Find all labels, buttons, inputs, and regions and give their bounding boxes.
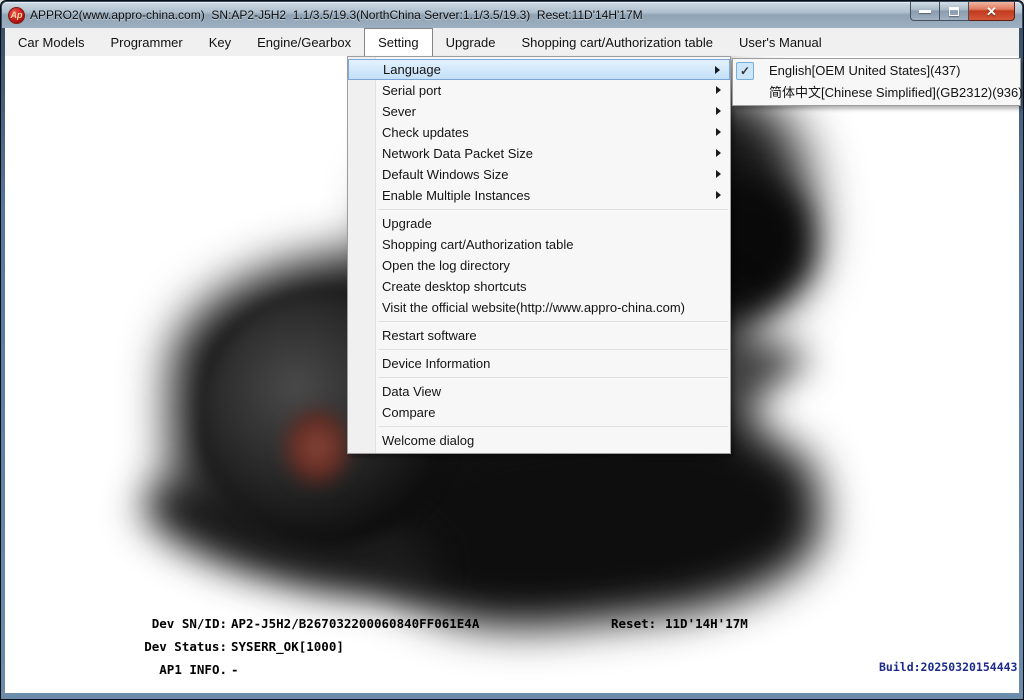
menu-item-network-data-packet-size[interactable]: Network Data Packet Size bbox=[348, 143, 730, 164]
menu-setting[interactable]: Setting bbox=[364, 28, 432, 56]
menu-car-models[interactable]: Car Models bbox=[5, 28, 97, 56]
dev-status-label: Dev Status: bbox=[67, 639, 227, 654]
app-logo-icon: Ap bbox=[8, 7, 25, 24]
ap1-info-value: - bbox=[231, 662, 239, 677]
menu-item-label: Network Data Packet Size bbox=[382, 146, 533, 161]
minimize-icon bbox=[919, 10, 931, 13]
submenu-arrow-icon bbox=[715, 66, 720, 74]
menu-item-sever[interactable]: Sever bbox=[348, 101, 730, 122]
dev-sn-value: AP2-J5H2/B267032200060840FF061E4A bbox=[231, 616, 479, 631]
reset-value: 11D'14H'17M bbox=[665, 616, 748, 631]
submenu-item-label: English[OEM United States](437) bbox=[769, 63, 960, 78]
menu-item-serial-port[interactable]: Serial port bbox=[348, 80, 730, 101]
submenu-arrow-icon bbox=[716, 191, 721, 199]
menu-item-language[interactable]: Language bbox=[348, 59, 730, 80]
menu-item-compare[interactable]: Compare bbox=[348, 402, 730, 423]
dev-sn-label: Dev SN/ID: bbox=[67, 616, 227, 631]
menu-item-welcome-dialog[interactable]: Welcome dialog bbox=[348, 430, 730, 451]
close-button[interactable]: ✕ bbox=[969, 2, 1015, 21]
menu-key[interactable]: Key bbox=[196, 28, 244, 56]
window-controls: ✕ bbox=[910, 2, 1015, 21]
menu-bar: Car Models Programmer Key Engine/Gearbox… bbox=[5, 28, 1019, 56]
window-title: APPRO2(www.appro-china.com) SN:AP2-J5H2 … bbox=[30, 8, 643, 22]
menu-item-data-view[interactable]: Data View bbox=[348, 381, 730, 402]
dev-status-value: SYSERR_OK[1000] bbox=[231, 639, 344, 654]
menu-engine-gearbox[interactable]: Engine/Gearbox bbox=[244, 28, 364, 56]
menu-item-shopping-cart[interactable]: Shopping cart/Authorization table bbox=[348, 234, 730, 255]
menu-separator bbox=[378, 209, 728, 210]
close-icon: ✕ bbox=[986, 5, 997, 18]
title-bar[interactable]: Ap APPRO2(www.appro-china.com) SN:AP2-J5… bbox=[2, 2, 1022, 28]
checkmark-icon: ✓ bbox=[736, 62, 754, 80]
menu-separator bbox=[378, 349, 728, 350]
submenu-arrow-icon bbox=[716, 86, 721, 94]
ap1-info-label: AP1 INFO. bbox=[67, 662, 227, 677]
submenu-item-english[interactable]: ✓ English[OEM United States](437) bbox=[733, 60, 1020, 82]
menu-upgrade[interactable]: Upgrade bbox=[433, 28, 509, 56]
submenu-item-chinese[interactable]: 简体中文[Chinese Simplified](GB2312)(936) bbox=[733, 82, 1020, 104]
menu-item-default-windows-size[interactable]: Default Windows Size bbox=[348, 164, 730, 185]
menu-item-check-updates[interactable]: Check updates bbox=[348, 122, 730, 143]
menu-users-manual[interactable]: User's Manual bbox=[726, 28, 835, 56]
minimize-button[interactable] bbox=[910, 2, 940, 21]
submenu-arrow-icon bbox=[716, 149, 721, 157]
language-submenu: ✓ English[OEM United States](437) 简体中文[C… bbox=[732, 58, 1021, 106]
menu-item-enable-multiple-instances[interactable]: Enable Multiple Instances bbox=[348, 185, 730, 206]
setting-dropdown-menu: Language Serial port Sever Check updates… bbox=[347, 56, 731, 454]
menu-shopping-cart[interactable]: Shopping cart/Authorization table bbox=[508, 28, 726, 56]
menu-separator bbox=[378, 321, 728, 322]
menu-item-label: Check updates bbox=[382, 125, 469, 140]
menu-item-open-log-directory[interactable]: Open the log directory bbox=[348, 255, 730, 276]
maximize-button[interactable] bbox=[940, 2, 969, 21]
menu-item-create-desktop-shortcuts[interactable]: Create desktop shortcuts bbox=[348, 276, 730, 297]
menu-item-restart-software[interactable]: Restart software bbox=[348, 325, 730, 346]
menu-item-label: Language bbox=[383, 62, 441, 77]
menu-item-device-information[interactable]: Device Information bbox=[348, 353, 730, 374]
menu-item-label: Sever bbox=[382, 104, 416, 119]
menu-item-label: Enable Multiple Instances bbox=[382, 188, 530, 203]
build-number: Build:20250320154443 bbox=[879, 660, 1017, 674]
app-window: Ap APPRO2(www.appro-china.com) SN:AP2-J5… bbox=[0, 0, 1024, 700]
submenu-item-label: 简体中文[Chinese Simplified](GB2312)(936) bbox=[769, 85, 1023, 100]
menu-item-upgrade[interactable]: Upgrade bbox=[348, 213, 730, 234]
menu-item-label: Serial port bbox=[382, 83, 441, 98]
maximize-icon bbox=[949, 7, 959, 16]
menu-programmer[interactable]: Programmer bbox=[97, 28, 195, 56]
reset-label: Reset: bbox=[611, 616, 656, 631]
submenu-arrow-icon bbox=[716, 170, 721, 178]
menu-item-label: Default Windows Size bbox=[382, 167, 508, 182]
menu-item-visit-official-website[interactable]: Visit the official website(http://www.ap… bbox=[348, 297, 730, 318]
submenu-arrow-icon bbox=[716, 107, 721, 115]
submenu-arrow-icon bbox=[716, 128, 721, 136]
menu-separator bbox=[378, 426, 728, 427]
menu-separator bbox=[378, 377, 728, 378]
